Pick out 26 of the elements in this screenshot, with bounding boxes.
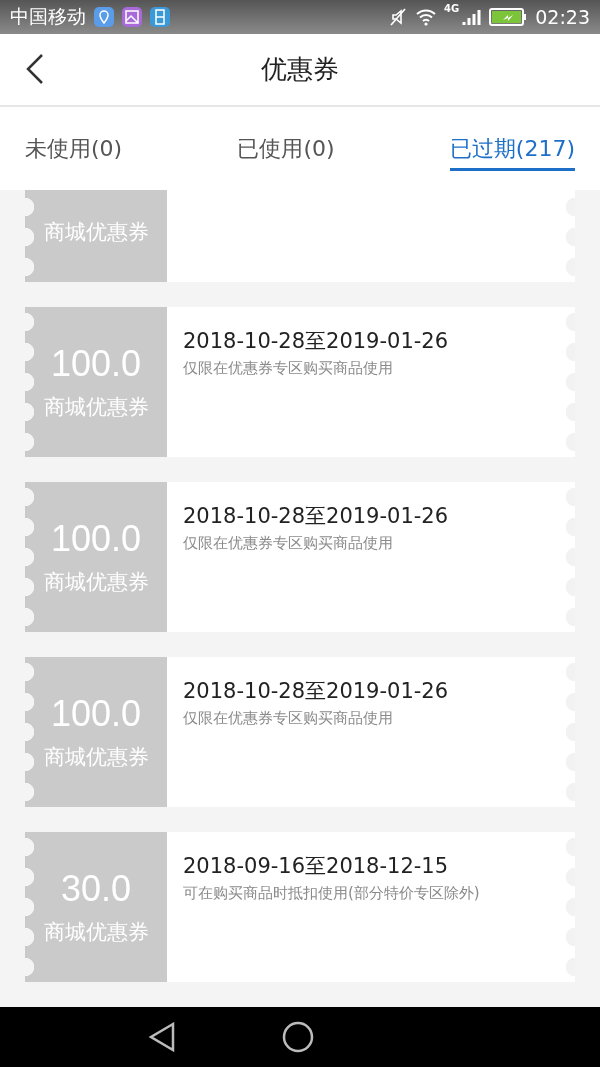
tab[interactable]: 未使用(0): [25, 126, 123, 171]
tab[interactable]: 已使用(0): [237, 126, 335, 171]
battery-icon: [489, 7, 528, 27]
usage-note: 仅限在优惠券专区购买商品使用: [183, 709, 394, 728]
validity-period: 2018-10-28至2019-01-26: [183, 503, 450, 530]
back-chevron-icon: [25, 53, 45, 85]
usage-note: 仅限在优惠券专区购买商品使用: [183, 359, 394, 378]
wifi-icon: [416, 7, 437, 27]
tab[interactable]: 已过期(217): [449, 126, 575, 171]
validity-period: 2018-10-28至2019-01-26: [183, 328, 450, 355]
validity-period: 2018-09-16至2018-12-15: [183, 853, 450, 880]
carrier-name: 中国移动: [10, 4, 86, 29]
clock-time: 02:23: [535, 6, 590, 28]
mute-icon: [388, 7, 409, 27]
gallery-icon: [122, 7, 142, 27]
home-button[interactable]: [280, 1019, 316, 1055]
location-pin-icon: [94, 7, 114, 27]
usage-note: 可在购买商品时抵扣使用(部分特价专区除外): [183, 884, 481, 903]
document-icon: [150, 7, 170, 27]
home-circle-icon: [282, 1021, 314, 1053]
back-triangle-icon: [148, 1022, 176, 1052]
page-title: 优惠券: [261, 53, 339, 86]
validity-period: 2018-10-28至2019-01-26: [183, 678, 450, 705]
usage-note: 仅限在优惠券专区购买商品使用: [183, 534, 394, 553]
network-type: 4G: [444, 3, 460, 14]
signal-icon: [461, 7, 482, 27]
